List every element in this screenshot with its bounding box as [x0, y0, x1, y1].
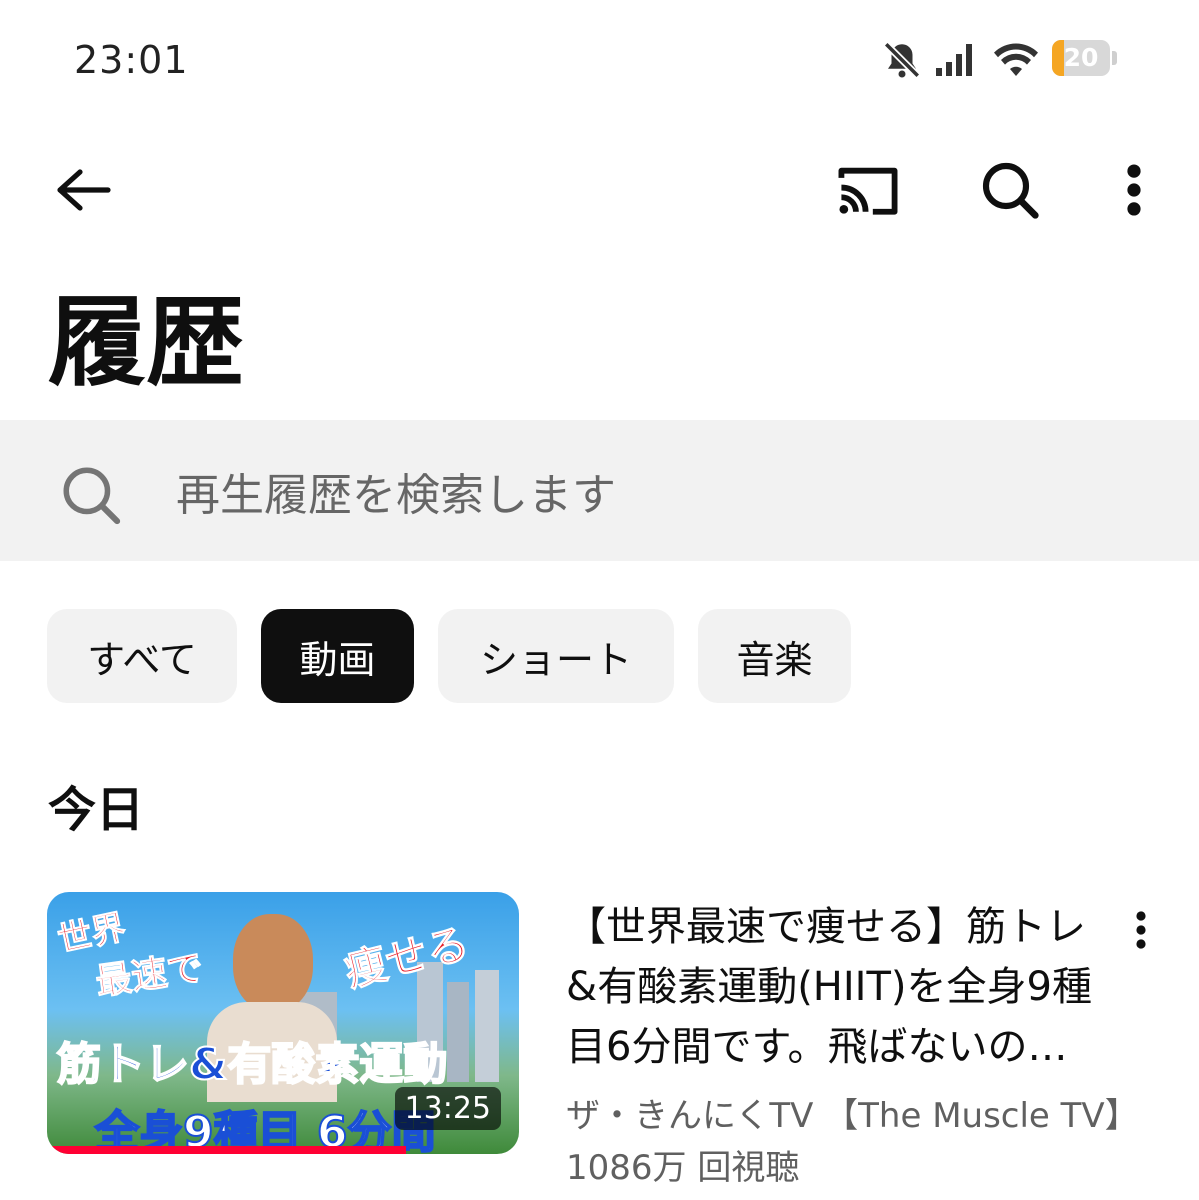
- cast-icon: [838, 167, 898, 215]
- wifi-icon: [990, 38, 1042, 82]
- search-icon: [982, 162, 1039, 219]
- more-options-button[interactable]: [1094, 150, 1174, 230]
- battery-level: 20: [1063, 43, 1099, 72]
- watch-progress-bar: [47, 1146, 406, 1154]
- chip-shorts[interactable]: ショート: [438, 609, 674, 703]
- video-title[interactable]: 【世界最速で痩せる】筋トレ&有酸素運動(HIIT)を全身9種目6分間です。飛ばな…: [566, 897, 1106, 1077]
- page-title: 履歴: [48, 286, 245, 400]
- arrow-left-icon: [57, 169, 111, 211]
- video-more-button[interactable]: [1116, 900, 1166, 960]
- signal-icon: [932, 38, 980, 82]
- search-field-icon: [58, 462, 124, 528]
- battery-indicator: 20: [1052, 40, 1118, 78]
- video-duration: 13:25: [394, 1087, 501, 1130]
- chip-all[interactable]: すべて: [47, 609, 237, 703]
- search-button[interactable]: [970, 150, 1050, 230]
- status-time: 23:01: [74, 38, 189, 82]
- bell-muted-icon: [880, 38, 924, 82]
- chip-music[interactable]: 音楽: [698, 609, 851, 703]
- back-button[interactable]: [42, 150, 122, 230]
- section-heading-today: 今日: [48, 782, 145, 838]
- thumb-text-line4: 筋トレ&有酸素運動: [56, 1038, 448, 1091]
- video-channel: ザ・きんにくTV 【The Muscle TV】: [566, 1096, 1139, 1136]
- cast-button[interactable]: [828, 150, 908, 230]
- video-views: 1086万 回視聴: [566, 1148, 800, 1188]
- person-figure: [233, 914, 313, 1012]
- more-vert-icon: [1136, 911, 1146, 949]
- history-search-input[interactable]: [176, 462, 1076, 528]
- more-vert-icon: [1127, 164, 1141, 216]
- video-thumbnail[interactable]: 世界 最速で 痩せる 筋トレ&有酸素運動 全身9種目 6分間 13:25: [47, 892, 519, 1154]
- chip-videos[interactable]: 動画: [261, 609, 414, 703]
